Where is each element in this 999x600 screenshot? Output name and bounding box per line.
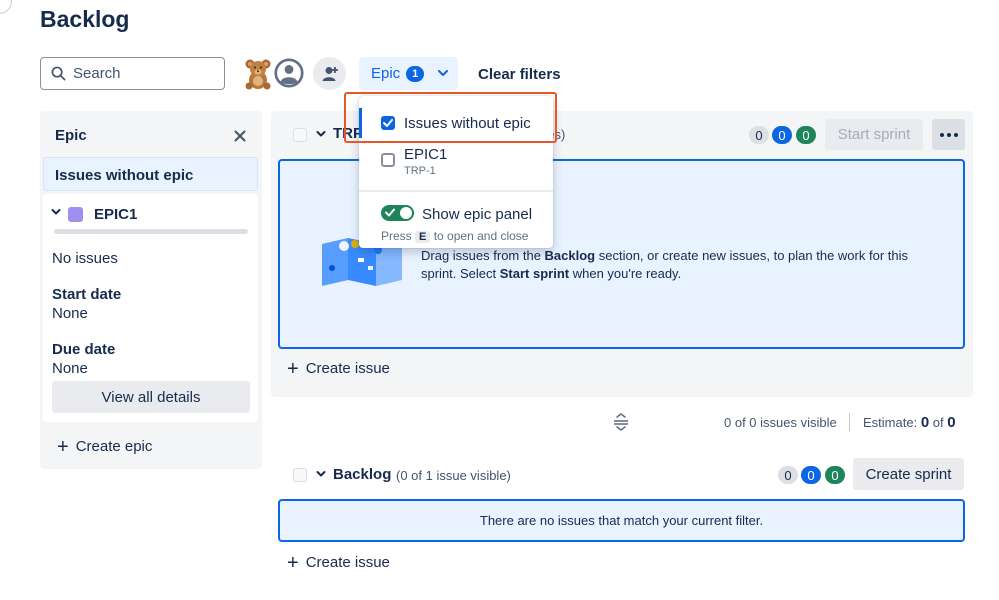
backlog-select-checkbox[interactable] xyxy=(293,468,307,482)
due-date-label: Due date xyxy=(52,341,116,358)
show-epic-panel-toggle[interactable] xyxy=(381,205,414,221)
create-epic-label: Create epic xyxy=(75,438,153,455)
epic-color-swatch xyxy=(68,207,83,222)
search-icon xyxy=(51,66,66,81)
show-epic-panel-label: Show epic panel xyxy=(422,206,533,223)
due-date-value: None xyxy=(52,360,88,377)
search-input[interactable]: Search xyxy=(40,57,225,90)
chevron-down-icon[interactable] xyxy=(51,207,61,217)
option-epic1[interactable]: EPIC1 xyxy=(404,146,447,163)
plus-icon: + xyxy=(57,435,69,458)
backlog-todo-count: 0 xyxy=(778,466,798,484)
epic-panel-title: Epic xyxy=(55,127,87,144)
clear-filters-button[interactable]: Clear filters xyxy=(478,66,561,83)
epic-no-issues: No issues xyxy=(52,250,118,267)
backlog-done-count: 0 xyxy=(825,466,845,484)
plus-icon: + xyxy=(287,551,299,574)
add-person-icon xyxy=(322,66,338,81)
start-sprint-button[interactable]: Start sprint xyxy=(825,119,923,150)
add-people-button[interactable] xyxy=(313,57,346,90)
close-icon xyxy=(234,130,246,142)
dropdown-separator xyxy=(359,190,553,192)
backlog-title: Backlog xyxy=(333,466,392,483)
sprint-create-issue-button[interactable]: + Create issue xyxy=(287,357,390,380)
search-placeholder: Search xyxy=(73,65,121,82)
start-date-value: None xyxy=(52,305,88,322)
create-issue-label: Create issue xyxy=(305,360,390,377)
sprint-done-count: 0 xyxy=(796,126,816,144)
chevron-down-icon[interactable] xyxy=(316,129,326,139)
view-all-details-button[interactable]: View all details xyxy=(52,381,250,413)
toggle-knob xyxy=(400,207,412,219)
divider xyxy=(849,413,850,431)
top-left-circle xyxy=(0,0,12,14)
epic-progress-bar xyxy=(54,229,248,234)
backlog-empty-message: There are no issues that match your curr… xyxy=(278,499,965,542)
sprint-issues-visible: 0 of 0 issues visible xyxy=(724,415,837,430)
chevron-down-icon[interactable] xyxy=(316,469,326,479)
epic-filter-count-badge: 1 xyxy=(406,65,425,82)
epic-name[interactable]: EPIC1 xyxy=(94,206,137,223)
more-icon xyxy=(939,132,958,137)
start-date-label: Start date xyxy=(52,286,122,303)
user-avatar[interactable] xyxy=(272,56,306,90)
epic-filter-label: Epic xyxy=(371,65,401,82)
check-icon xyxy=(385,208,395,217)
create-issue-label: Create issue xyxy=(305,554,390,571)
backlog-create-issue-button[interactable]: + Create issue xyxy=(287,551,390,574)
create-sprint-button[interactable]: Create sprint xyxy=(853,458,964,490)
highlight-box xyxy=(344,92,557,143)
backlog-issue-count: (0 of 1 issue visible) xyxy=(396,468,511,483)
teddy-bear-avatar[interactable] xyxy=(241,56,275,90)
option-epic1-key: TRP-1 xyxy=(404,165,436,177)
keyboard-key: E xyxy=(415,231,431,243)
close-epic-panel-button[interactable] xyxy=(234,127,246,147)
page-title: Backlog xyxy=(40,6,130,32)
sprint-in-progress-count: 0 xyxy=(772,126,792,144)
epic-filter-button[interactable]: Epic 1 xyxy=(359,57,458,90)
sprint-empty-message: Drag issues from the Backlog section, or… xyxy=(421,248,908,281)
epic1-checkbox[interactable] xyxy=(381,153,395,167)
chevron-down-icon xyxy=(438,70,449,76)
resize-handle-icon[interactable] xyxy=(612,413,630,431)
sprint-todo-count: 0 xyxy=(749,126,769,144)
epic-panel-issues-without-epic[interactable]: Issues without epic xyxy=(43,157,258,191)
keyboard-hint: Press E to open and close xyxy=(381,229,529,243)
plus-icon: + xyxy=(287,357,299,380)
sprint-estimate: Estimate: 0 of 0 xyxy=(863,414,956,431)
backlog-in-progress-count: 0 xyxy=(801,466,821,484)
sprint-more-actions-button[interactable] xyxy=(932,119,965,150)
create-epic-button[interactable]: + Create epic xyxy=(57,435,153,458)
sprint-select-checkbox[interactable] xyxy=(293,128,307,142)
